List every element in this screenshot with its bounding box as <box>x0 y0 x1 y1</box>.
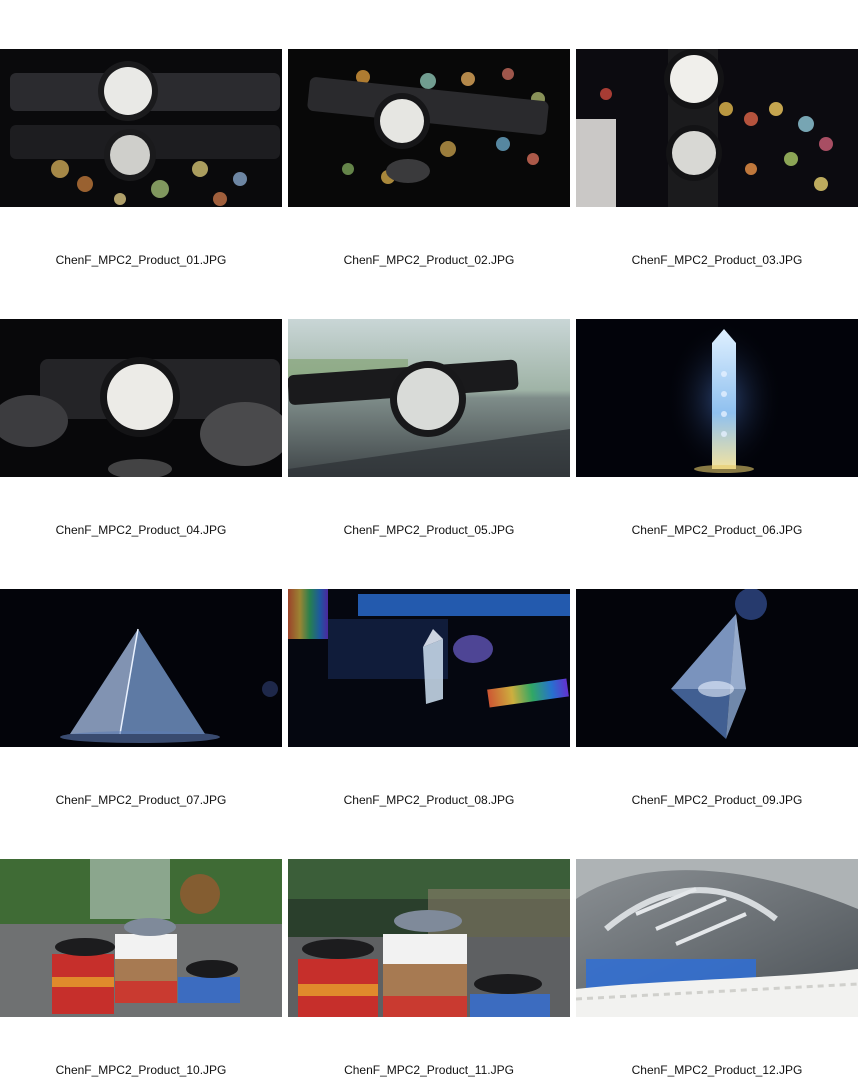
photo-wristwatch-windowsill <box>288 319 570 477</box>
photo-sneaker-closeup <box>576 859 858 1017</box>
thumbnail-08[interactable] <box>288 589 570 747</box>
filename-caption: ChenF_MPC2_Product_08.JPG <box>343 793 515 807</box>
photo-prism-rainbow <box>288 589 570 747</box>
photo-glass-tetrahedron <box>576 589 858 747</box>
filename-caption: ChenF_MPC2_Product_06.JPG <box>631 523 803 537</box>
thumbnail-11[interactable] <box>288 859 570 1017</box>
photo-wristwatch-bokeh <box>288 49 570 207</box>
filename-caption: ChenF_MPC2_Product_01.JPG <box>55 253 227 267</box>
photo-wristwatch-reflection <box>0 49 282 207</box>
photo-sneakers-boxes <box>0 859 282 1017</box>
thumbnail-01[interactable] <box>0 49 282 207</box>
filename-caption: ChenF_MPC2_Product_07.JPG <box>55 793 227 807</box>
thumbnail-12[interactable] <box>576 859 858 1017</box>
photo-sneakers-boxes-wide <box>288 859 570 1017</box>
thumbnail-10[interactable] <box>0 859 282 1017</box>
filename-caption: ChenF_MPC2_Product_09.JPG <box>631 793 803 807</box>
thumbnail-06[interactable] <box>576 319 858 477</box>
thumbnail-09[interactable] <box>576 589 858 747</box>
filename-caption: ChenF_MPC2_Product_10.JPG <box>55 1063 227 1077</box>
thumbnail-04[interactable] <box>0 319 282 477</box>
filename-caption: ChenF_MPC2_Product_04.JPG <box>55 523 227 537</box>
thumbnail-02[interactable] <box>288 49 570 207</box>
thumbnail-05[interactable] <box>288 319 570 477</box>
filename-caption: ChenF_MPC2_Product_02.JPG <box>343 253 515 267</box>
thumbnail-03[interactable] <box>576 49 858 207</box>
thumbnail-07[interactable] <box>0 589 282 747</box>
photo-wristwatch-stones <box>0 319 282 477</box>
filename-caption: ChenF_MPC2_Product_05.JPG <box>343 523 515 537</box>
filename-caption: ChenF_MPC2_Product_03.JPG <box>631 253 803 267</box>
photo-wristwatch-upright <box>576 49 858 207</box>
photo-glass-pyramid <box>0 589 282 747</box>
filename-caption: ChenF_MPC2_Product_12.JPG <box>631 1063 803 1077</box>
filename-caption: ChenF_MPC2_Product_11.JPG <box>344 1063 514 1077</box>
photo-crystal-point <box>576 319 858 477</box>
